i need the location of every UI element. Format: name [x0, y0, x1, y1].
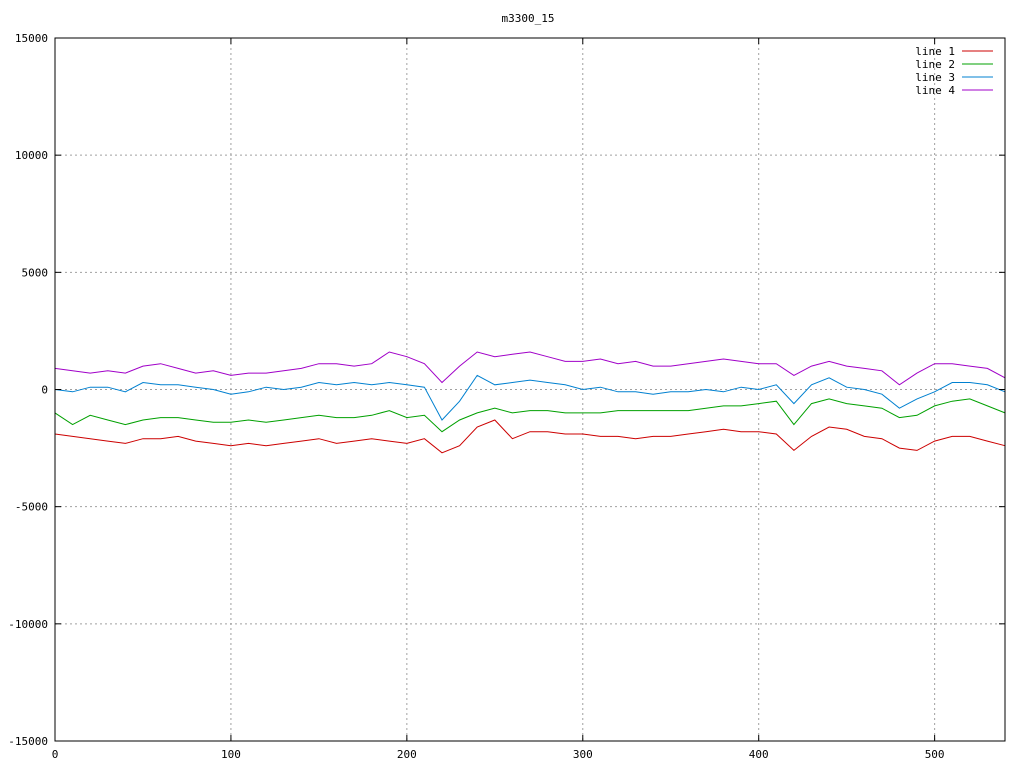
y-tick-label: 5000 [22, 266, 49, 279]
x-tick-label: 400 [749, 748, 769, 761]
legend-label: line 2 [915, 58, 955, 71]
legend-label: line 4 [915, 84, 955, 97]
y-tick-label: -5000 [15, 501, 48, 514]
chart-title: m3300_15 [502, 12, 555, 25]
legend-label: line 3 [915, 71, 955, 84]
x-tick-label: 0 [52, 748, 59, 761]
line-chart: m3300_15 -15000-10000-500005000100001500… [0, 0, 1024, 768]
legend-label: line 1 [915, 45, 955, 58]
x-tick-label: 300 [573, 748, 593, 761]
x-tick-label: 100 [221, 748, 241, 761]
y-tick-label: 0 [41, 384, 48, 397]
y-tick-label: 10000 [15, 149, 48, 162]
y-tick-label: 15000 [15, 32, 48, 45]
x-tick-label: 500 [925, 748, 945, 761]
x-tick-label: 200 [397, 748, 417, 761]
y-tick-label: -10000 [8, 618, 48, 631]
y-tick-label: -15000 [8, 735, 48, 748]
